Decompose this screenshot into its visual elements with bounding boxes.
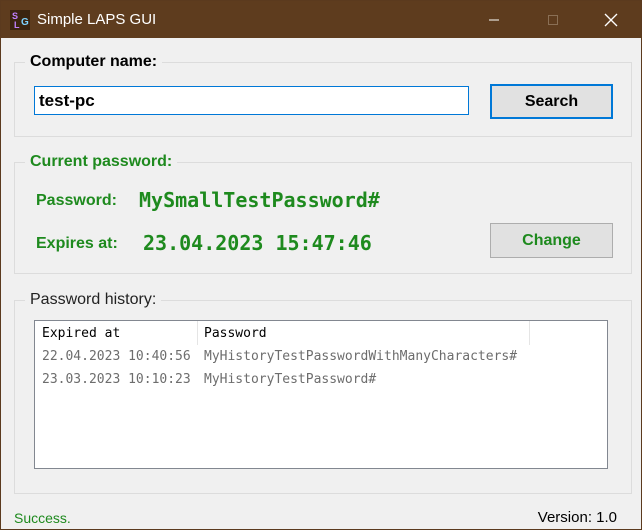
password-value: MySmallTestPassword#: [139, 188, 380, 212]
column-header-expired-at[interactable]: Expired at: [42, 326, 120, 341]
history-password-cell: MyHistoryTestPassword#: [204, 372, 377, 387]
minimize-icon: [489, 19, 499, 20]
change-button[interactable]: Change: [490, 223, 613, 258]
password-history-group: Password history: Expired at Password 22…: [14, 291, 632, 494]
column-separator[interactable]: [197, 321, 198, 345]
svg-text:G: G: [21, 17, 29, 28]
app-window: S L G Simple LAPS GUI Computer name: tes…: [0, 0, 642, 530]
computer-name-input[interactable]: [35, 87, 468, 114]
computer-name-legend: Computer name:: [25, 53, 163, 71]
close-icon: [604, 13, 618, 26]
title-bar[interactable]: S L G Simple LAPS GUI: [1, 1, 641, 38]
computer-name-field-frame[interactable]: [34, 86, 469, 115]
computer-name-group: Computer name: Search: [14, 53, 632, 137]
maximize-icon: [548, 14, 558, 25]
window-title: Simple LAPS GUI: [37, 11, 157, 28]
expires-label: Expires at:: [36, 235, 118, 252]
maximize-button[interactable]: [530, 1, 576, 38]
history-password-cell: MyHistoryTestPasswordWithManyCharacters#: [204, 349, 518, 364]
minimize-button[interactable]: [471, 1, 517, 38]
current-password-legend: Current password:: [25, 153, 178, 171]
column-header-password[interactable]: Password: [204, 326, 267, 341]
password-history-legend: Password history:: [25, 291, 162, 309]
current-password-group: Current password: Password: MySmallTestP…: [14, 153, 632, 274]
app-icon: S L G: [10, 10, 30, 30]
version-label: Version: 1.0: [537, 509, 617, 526]
history-row[interactable]: 22.04.2023 10:40:56 MyHistoryTestPasswor…: [35, 349, 607, 371]
search-button[interactable]: Search: [490, 84, 613, 119]
history-expired-cell: 22.04.2023 10:40:56: [42, 349, 191, 364]
column-separator[interactable]: [529, 321, 530, 345]
svg-text:L: L: [14, 20, 20, 30]
password-label: Password:: [36, 192, 117, 209]
history-expired-cell: 23.03.2023 10:10:23: [42, 372, 191, 387]
history-header: Expired at Password: [35, 321, 607, 345]
history-list[interactable]: Expired at Password 22.04.2023 10:40:56 …: [34, 320, 608, 469]
close-button[interactable]: [588, 1, 634, 38]
history-row[interactable]: 23.03.2023 10:10:23 MyHistoryTestPasswor…: [35, 372, 607, 394]
expires-value: 23.04.2023 15:47:46: [143, 231, 372, 255]
status-message: Success.: [14, 510, 71, 526]
